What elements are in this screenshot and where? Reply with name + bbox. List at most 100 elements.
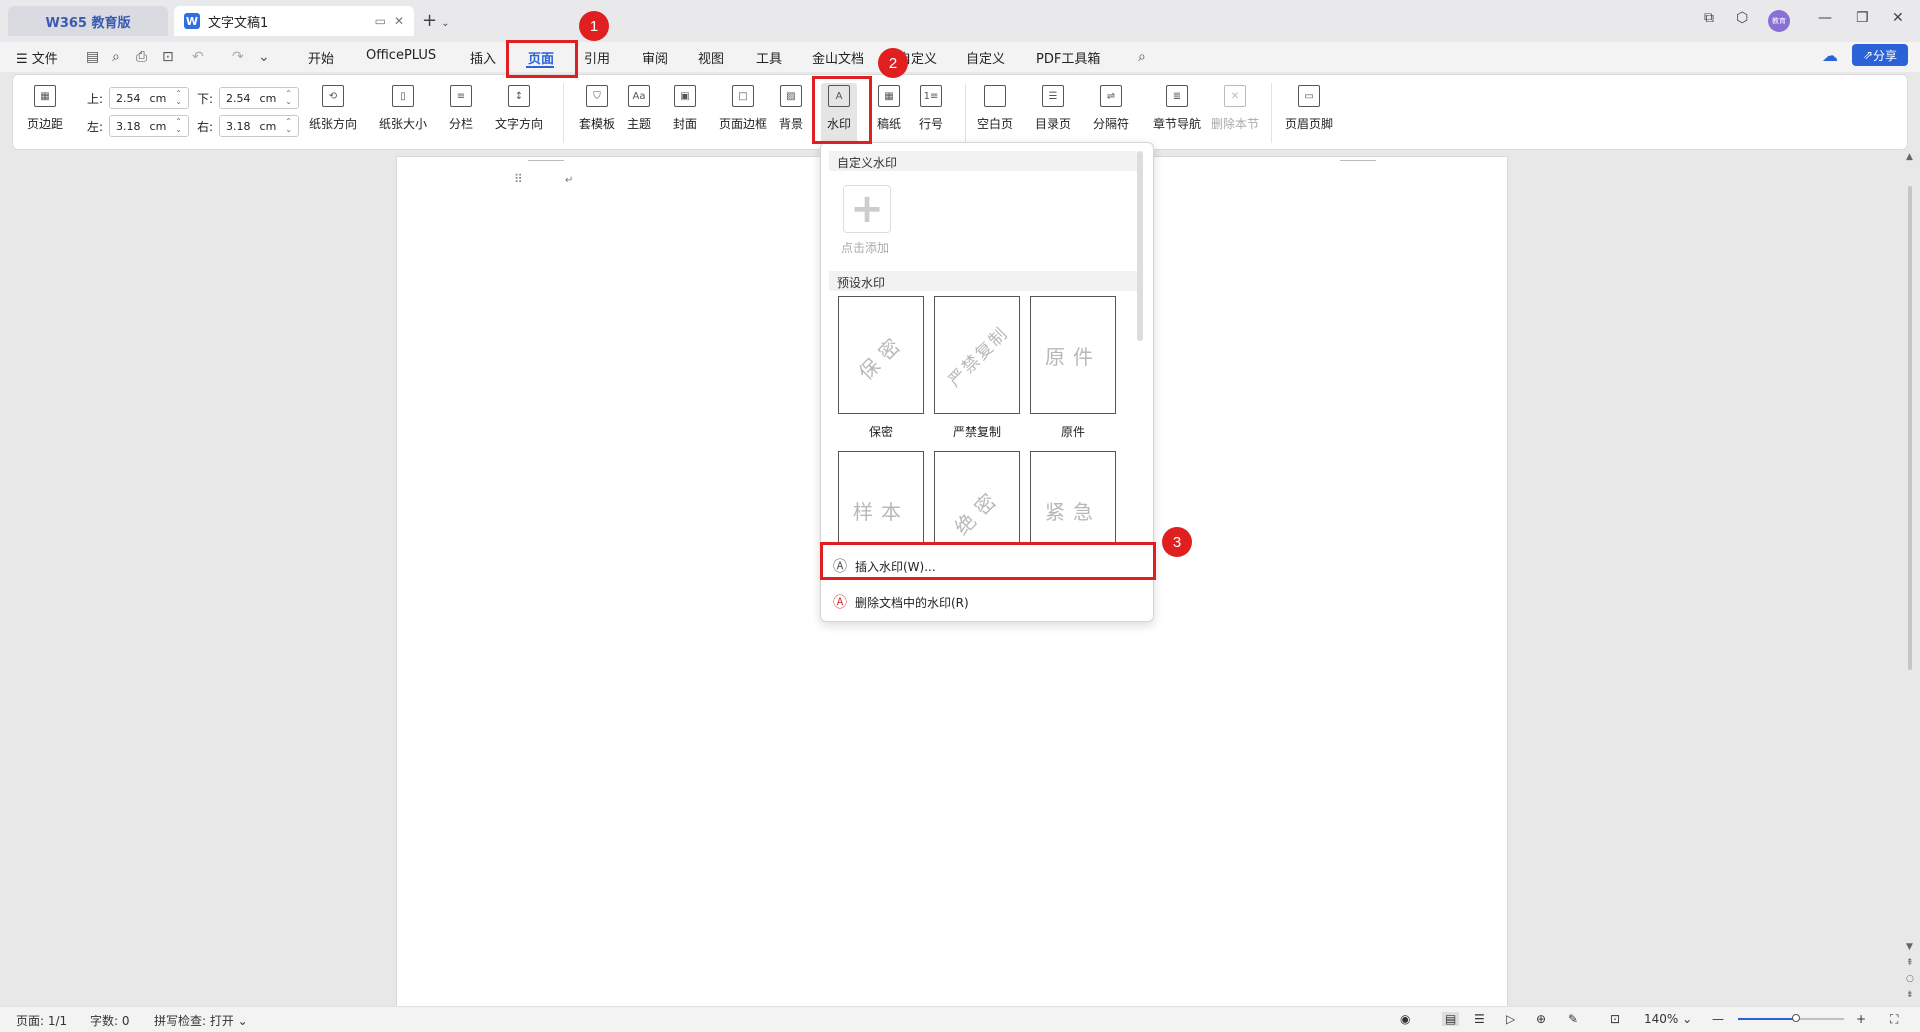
cover-button[interactable]: ▣ 封面 (673, 85, 697, 132)
blank-page-button[interactable]: 空白页 (977, 85, 1013, 132)
delete-section-button[interactable]: ✕ 删除本节 (1211, 85, 1259, 132)
margin-button[interactable]: ▦ 页边距 (27, 85, 63, 132)
file-menu-label: 文件 (31, 52, 58, 67)
zoom-slider-fill (1738, 1018, 1797, 1020)
print-preview-icon[interactable]: ⊡ (162, 49, 174, 65)
toc-icon: ☰ (1042, 85, 1064, 107)
remove-watermark-item[interactable]: Ⓐ 删除文档中的水印(R) (833, 592, 969, 612)
spin-arrows-icon[interactable]: ⌃ ⌄ (175, 118, 182, 134)
eye-icon[interactable]: ◉ (1400, 1012, 1410, 1026)
fullscreen-icon[interactable]: ⛶ (1890, 1012, 1898, 1027)
new-tab-button[interactable]: + ⌄ (422, 10, 449, 31)
tab-tools[interactable]: 工具 (756, 48, 782, 67)
step-badge-2: 2 (878, 48, 908, 78)
preset-watermark-confidential[interactable]: 保密 (838, 296, 924, 414)
separator-button[interactable]: ⇌ 分隔符 (1093, 85, 1129, 132)
columns-button[interactable]: ≡ 分栏 (449, 85, 473, 132)
text-direction-button[interactable]: ↕ 文字方向 (495, 85, 543, 132)
outline-view-icon[interactable]: ☰ (1474, 1012, 1485, 1026)
tab-review[interactable]: 审阅 (642, 48, 668, 67)
undo-icon[interactable]: ↶ (192, 49, 204, 65)
play-icon[interactable]: ▷ (1506, 1012, 1515, 1026)
zoom-out-icon[interactable]: — (1712, 1012, 1724, 1026)
spin-arrows-icon[interactable]: ⌃ ⌄ (285, 118, 292, 134)
more-quick-icon[interactable]: ⌄ (258, 49, 270, 65)
dropdown-scrollbar[interactable] (1137, 151, 1143, 341)
margin-right-input[interactable]: 3.18 cm ⌃ ⌄ (219, 115, 299, 137)
word-count[interactable]: 字数: 0 (90, 1012, 130, 1029)
minimize-icon[interactable]: — (1818, 10, 1832, 26)
tab-references[interactable]: 引用 (584, 48, 610, 67)
preset-watermark-original[interactable]: 原件 (1030, 296, 1116, 414)
app-home-tab[interactable]: W365 教育版 (8, 6, 168, 36)
tab-view[interactable]: 视图 (698, 48, 724, 67)
avatar[interactable]: 教育 (1768, 10, 1790, 32)
title-bar: W365 教育版 W 文字文稿1 ▭ ✕ + ⌄ ⧉ ⬡ 教育 — ❐ ✕ (0, 0, 1920, 42)
prev-page-icon[interactable]: ⇞ (1906, 958, 1914, 968)
spell-check-status[interactable]: 拼写检查: 打开 ⌄ (154, 1012, 248, 1029)
close-tab-icon[interactable]: ✕ (394, 14, 404, 28)
columns-label: 分栏 (449, 117, 474, 131)
scroll-down-icon[interactable]: ▼ (1906, 942, 1913, 952)
search-icon[interactable]: ⌕ (1138, 49, 1146, 65)
paper-size-icon: ▯ (392, 85, 414, 107)
toc-page-button[interactable]: ☰ 目录页 (1035, 85, 1071, 132)
file-menu[interactable]: ☰ 文件 (16, 48, 58, 67)
page-count[interactable]: 页面: 1/1 (16, 1012, 67, 1029)
pen-icon[interactable]: ✎ (1568, 1012, 1578, 1026)
background-label: 背景 (779, 117, 804, 131)
web-view-icon[interactable]: ⊕ (1536, 1012, 1546, 1026)
zoom-in-icon[interactable]: + (1856, 1012, 1866, 1026)
print-icon[interactable]: ⎙ (136, 49, 147, 65)
blank-page-icon (984, 85, 1006, 107)
line-number-button[interactable]: 1≡ 行号 (919, 85, 943, 132)
redo-icon[interactable]: ↷ (232, 49, 244, 65)
preset-watermark-no-copy[interactable]: 严禁复制 (934, 296, 1020, 414)
monitor-icon[interactable]: ▭ (375, 14, 386, 28)
restore-icon[interactable]: ❐ (1856, 10, 1869, 26)
page-border-label: 页面边框 (719, 117, 768, 131)
background-button[interactable]: ▨ 背景 (779, 85, 803, 132)
page-view-icon[interactable]: ▤ (1442, 1012, 1460, 1026)
tab-home[interactable]: 开始 (308, 48, 334, 67)
page-border-icon: □ (732, 85, 754, 107)
tab-insert[interactable]: 插入 (470, 48, 496, 67)
plus-icon: + (422, 10, 438, 31)
theme-button[interactable]: Aa 主题 (627, 85, 651, 132)
paper-size-label: 纸张大小 (379, 117, 428, 131)
drag-handle-icon[interactable]: ⠿ (514, 172, 523, 186)
header-footer-button[interactable]: ▭ 页眉页脚 (1285, 85, 1333, 132)
cube-icon[interactable]: ⬡ (1736, 10, 1748, 26)
watermark-preview-text: 绝密 (949, 482, 1007, 540)
delete-section-label: 删除本节 (1211, 117, 1260, 131)
orientation-button[interactable]: ⟲ 纸张方向 (309, 85, 357, 132)
manuscript-button[interactable]: ▦ 稿纸 (877, 85, 901, 132)
cloud-upload-icon[interactable]: ☁ (1822, 46, 1838, 65)
next-page-icon[interactable]: ⇟ (1906, 990, 1914, 1000)
margin-bottom-input[interactable]: 2.54 cm ⌃ ⌄ (219, 87, 299, 109)
tab-officeplus[interactable]: OfficePLUS (366, 48, 436, 63)
window-tile-icon[interactable]: ⧉ (1704, 10, 1714, 26)
select-browse-icon[interactable]: ○ (1906, 974, 1914, 984)
margin-top-input[interactable]: 2.54 cm ⌃ ⌄ (109, 87, 189, 109)
scroll-up-icon[interactable]: ▲ (1906, 152, 1913, 162)
tab-custom-2[interactable]: 自定义 (966, 48, 1005, 67)
document-tab[interactable]: W 文字文稿1 ▭ ✕ (174, 6, 414, 36)
spin-arrows-icon[interactable]: ⌃ ⌄ (175, 90, 182, 106)
vertical-scrollbar[interactable] (1908, 186, 1912, 670)
template-button[interactable]: ⛉ 套模板 (579, 85, 615, 132)
fit-page-icon[interactable]: ⊡ (1610, 1012, 1620, 1026)
add-watermark-button[interactable]: + (843, 185, 891, 233)
spin-arrows-icon[interactable]: ⌃ ⌄ (285, 90, 292, 106)
tab-kdocs[interactable]: 金山文档 (812, 48, 864, 67)
chapter-nav-button[interactable]: ≣ 章节导航 (1153, 85, 1201, 132)
page-border-button[interactable]: □ 页面边框 (719, 85, 767, 132)
zoom-level[interactable]: 140% ⌄ (1644, 1012, 1692, 1026)
save-icon[interactable]: ▤ (86, 49, 99, 65)
format-painter-icon[interactable]: ⌕ (112, 49, 120, 65)
tab-pdf-tools[interactable]: PDF工具箱 (1036, 48, 1100, 67)
share-button[interactable]: ⇗ 分享 (1852, 44, 1908, 66)
margin-left-input[interactable]: 3.18 cm ⌃ ⌄ (109, 115, 189, 137)
paper-size-button[interactable]: ▯ 纸张大小 (379, 85, 427, 132)
close-window-icon[interactable]: ✕ (1892, 10, 1904, 26)
